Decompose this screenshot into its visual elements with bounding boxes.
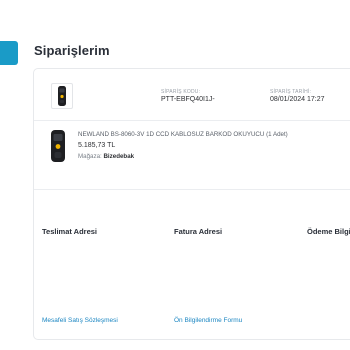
preliminary-info-form-link[interactable]: Ön Bilgilendirme Formu — [174, 317, 242, 324]
order-code-value: PTT-EBFQ40I1J- — [161, 96, 215, 103]
store-name[interactable]: Bizedebak — [103, 153, 134, 160]
invoice-address-title: Fatura Adresi — [174, 227, 223, 236]
payment-info-title: Ödeme Bilgi — [307, 227, 350, 236]
barcode-scanner-icon — [58, 86, 66, 106]
store-label: Mağaza: — [78, 153, 102, 160]
page-title: Siparişlerim — [34, 43, 110, 58]
product-image[interactable] — [49, 129, 67, 163]
order-card: SİPARİŞ KODU: PTT-EBFQ40I1J- SİPARİŞ TAR… — [33, 68, 350, 340]
order-date-label: SİPARİŞ TARİHİ: — [270, 89, 312, 95]
barcode-scanner-icon — [51, 130, 65, 162]
order-product-thumbnail[interactable] — [51, 83, 73, 109]
delivery-address-title: Teslimat Adresi — [42, 227, 98, 236]
section-divider — [34, 189, 350, 190]
product-price: 5.185,73 TL — [78, 142, 116, 149]
distance-sales-contract-link[interactable]: Mesafeli Satış Sözleşmesi — [42, 317, 118, 324]
order-code-label: SİPARİŞ KODU: — [161, 89, 201, 95]
order-summary-row: SİPARİŞ KODU: PTT-EBFQ40I1J- SİPARİŞ TAR… — [34, 69, 350, 121]
product-name[interactable]: NEWLAND BS-8060-3V 1D CCD KABLOSUZ BARKO… — [78, 131, 288, 138]
store-info: Mağaza: Bizedebak — [78, 153, 134, 160]
section-accent-bar — [0, 41, 18, 65]
order-date-value: 08/01/2024 17:27 — [270, 96, 325, 103]
